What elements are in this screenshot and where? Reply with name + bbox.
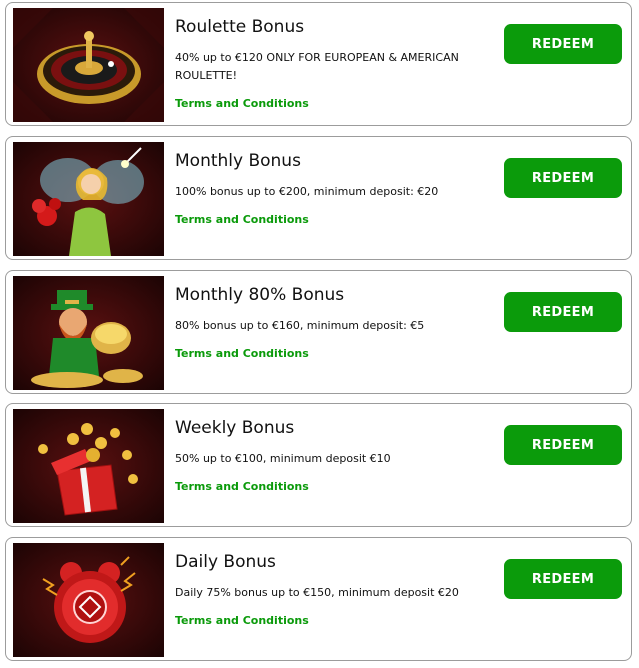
bonus-title: Monthly 80% Bonus — [175, 285, 345, 305]
bonus-card-monthly-80: Monthly 80% Bonus 80% bonus up to €160, … — [5, 270, 632, 394]
bonus-description: 80% bonus up to €160, minimum deposit: €… — [175, 319, 425, 332]
bonus-title: Daily Bonus — [175, 552, 276, 572]
bonus-card-weekly: Weekly Bonus 50% up to €100, minimum dep… — [5, 403, 632, 527]
redeem-button[interactable]: REDEEM — [504, 24, 622, 64]
bonus-card-daily: Daily Bonus Daily 75% bonus up to €150, … — [5, 537, 632, 661]
bonus-title: Monthly Bonus — [175, 151, 301, 171]
bonus-description: 100% bonus up to €200, minimum deposit: … — [175, 185, 439, 198]
bonus-title: Roulette Bonus — [175, 17, 305, 37]
bonus-description: 40% up to €120 ONLY FOR EUROPEAN & AMERI… — [175, 51, 459, 82]
gift-box-coins-icon — [13, 409, 164, 523]
leprechaun-gold-icon — [13, 276, 164, 390]
bonus-description: 50% up to €100, minimum deposit €10 — [175, 452, 391, 465]
terms-and-conditions-link[interactable]: Terms and Conditions — [175, 213, 309, 226]
terms-and-conditions-link[interactable]: Terms and Conditions — [175, 614, 309, 627]
redeem-button[interactable]: REDEEM — [504, 292, 622, 332]
terms-and-conditions-link[interactable]: Terms and Conditions — [175, 97, 309, 110]
fairy-icon — [13, 142, 164, 256]
bonus-card-roulette: Roulette Bonus 40% up to €120 ONLY FOR E… — [5, 2, 632, 126]
terms-and-conditions-link[interactable]: Terms and Conditions — [175, 347, 309, 360]
redeem-button[interactable]: REDEEM — [504, 158, 622, 198]
bonus-card-monthly: Monthly Bonus 100% bonus up to €200, min… — [5, 136, 632, 260]
bonus-title: Weekly Bonus — [175, 418, 295, 438]
redeem-button[interactable]: REDEEM — [504, 559, 622, 599]
bonus-description: Daily 75% bonus up to €150, minimum depo… — [175, 586, 459, 599]
redeem-button[interactable]: REDEEM — [504, 425, 622, 465]
bonus-list: Roulette Bonus 40% up to €120 ONLY FOR E… — [0, 0, 639, 668]
alarm-clock-icon — [13, 543, 164, 657]
terms-and-conditions-link[interactable]: Terms and Conditions — [175, 480, 309, 493]
roulette-wheel-icon — [13, 8, 164, 122]
